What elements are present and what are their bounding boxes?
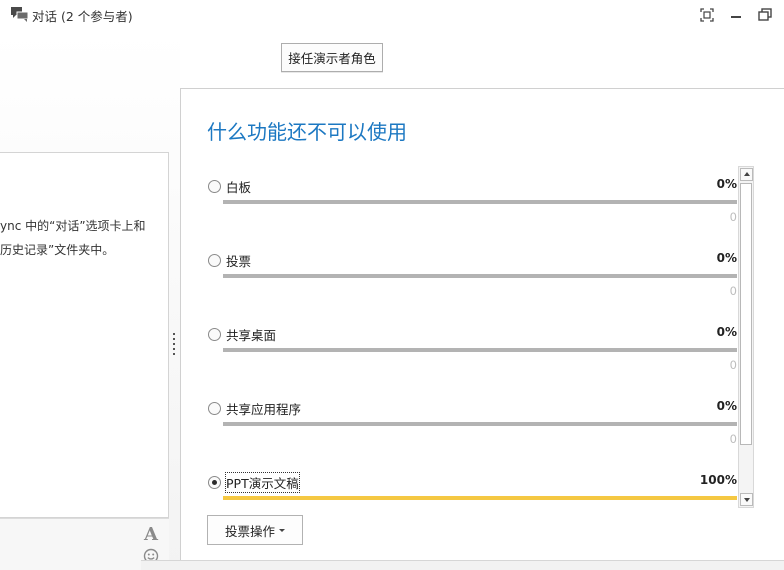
poll-option-percent: 0% [716,399,737,413]
poll-option-radio[interactable] [208,402,221,415]
poll-option-label[interactable]: PPT演示文稿 [225,472,300,493]
fullscreen-icon[interactable] [700,8,714,22]
poll-option-count: 0 [729,358,737,372]
chat-history [0,152,169,518]
poll-option[interactable]: 共享应用程序 0% 0 [208,397,738,467]
take-presenter-button[interactable]: 接任演示者角色 [281,43,383,72]
font-icon[interactable]: A [144,524,158,545]
poll-option-percent: 0% [716,325,737,339]
poll-actions-label: 投票操作 [224,523,275,539]
poll-option-percent: 0% [716,251,737,265]
scroll-down-icon[interactable] [740,493,753,506]
poll-scrollbar[interactable] [738,166,754,508]
poll-option-count: 0 [729,210,737,224]
poll-option[interactable]: 白板 0% 0 [208,175,738,245]
chat-message-text: 历史记录”文件夹中。 [0,243,115,257]
restore-icon[interactable] [758,8,772,22]
chat-message-text: ync 中的“对话”选项卡上和 [0,219,146,233]
poll-option-radio[interactable] [208,180,221,193]
poll-option-label[interactable]: 投票 [226,251,251,270]
poll-option-radio[interactable] [208,328,221,341]
scroll-up-icon[interactable] [740,168,753,181]
poll-option-radio[interactable] [208,476,221,489]
poll-option-percent: 0% [716,177,737,191]
poll-option[interactable]: 共享桌面 0% 0 [208,323,738,393]
poll-option-bar-fill [223,496,737,500]
poll-option-bar [223,348,737,352]
poll-option-label[interactable]: 共享应用程序 [226,399,301,418]
poll-option-count: 0 [729,432,737,446]
minimize-icon[interactable] [729,8,743,22]
poll-option-bar [223,422,737,426]
window-title: 对话 (2 个参与者) [32,9,133,24]
poll-option[interactable]: 投票 0% 0 [208,249,738,319]
conversation-icon [11,7,28,22]
poll-option-bar [223,496,737,500]
poll-option-count: 0 [729,284,737,298]
poll-option-label[interactable]: 共享桌面 [226,325,276,344]
title-bar: 对话 (2 个参与者) [0,0,784,30]
poll-option-percent: 100% [699,473,737,487]
poll-title: 什么功能还不可以使用 [207,120,407,144]
poll-option-radio[interactable] [208,254,221,267]
chevron-down-icon [279,528,285,532]
poll-option-bar [223,274,737,278]
poll-option-bar [223,200,737,204]
poll-actions-button[interactable]: 投票操作 [207,515,303,545]
poll-option[interactable]: PPT演示文稿 100% [208,471,738,508]
pane-splitter[interactable] [172,333,176,357]
poll-option-label[interactable]: 白板 [226,177,251,196]
bottom-scrollbar[interactable] [141,560,784,570]
scroll-thumb[interactable] [740,183,752,445]
